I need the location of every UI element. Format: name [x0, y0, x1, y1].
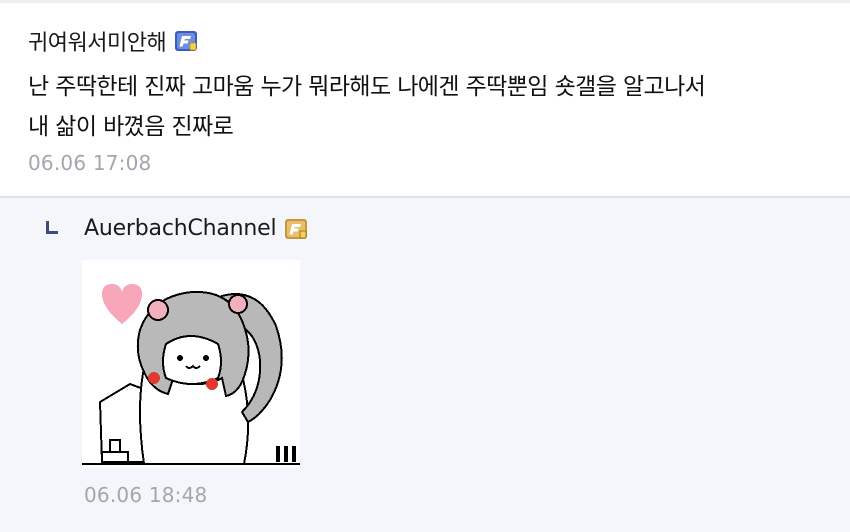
comment-text: 난 주딱한테 진짜 고마움 누가 뭐라해도 나에겐 주딱뿐임 숏갤을 알고나서 …	[28, 67, 828, 147]
fixed-nick-badge-icon	[174, 30, 198, 52]
heart-icon	[102, 284, 142, 324]
comment-timestamp: 06.06 17:08	[28, 151, 152, 175]
comment-item: 귀여워서미안해 난 주딱한테 진짜 고마움 누가 뭐라해도 나에겐 주딱뿐임 숏…	[0, 3, 850, 196]
reply-author-name[interactable]: AuerbachChannel	[84, 216, 277, 241]
reply-arrow-icon	[46, 221, 58, 234]
reply-item: AuerbachChannel 06.06 18:48	[0, 198, 850, 532]
hamster-girl-sticker[interactable]	[82, 260, 300, 468]
comment-author-name[interactable]: 귀여워서미안해	[28, 25, 167, 57]
comment-text-line: 내 삶이 바꼈음 진짜로	[28, 114, 234, 140]
comment-author-row: 귀여워서미안해	[28, 25, 198, 57]
reply-timestamp: 06.06 18:48	[84, 483, 208, 507]
fixed-nick-badge-icon-gold	[284, 218, 308, 240]
reply-author-row: AuerbachChannel	[84, 216, 308, 241]
comment-text-line: 난 주딱한테 진짜 고마움 누가 뭐라해도 나에겐 주딱뿐임 숏갤을 알고나서	[28, 74, 706, 100]
